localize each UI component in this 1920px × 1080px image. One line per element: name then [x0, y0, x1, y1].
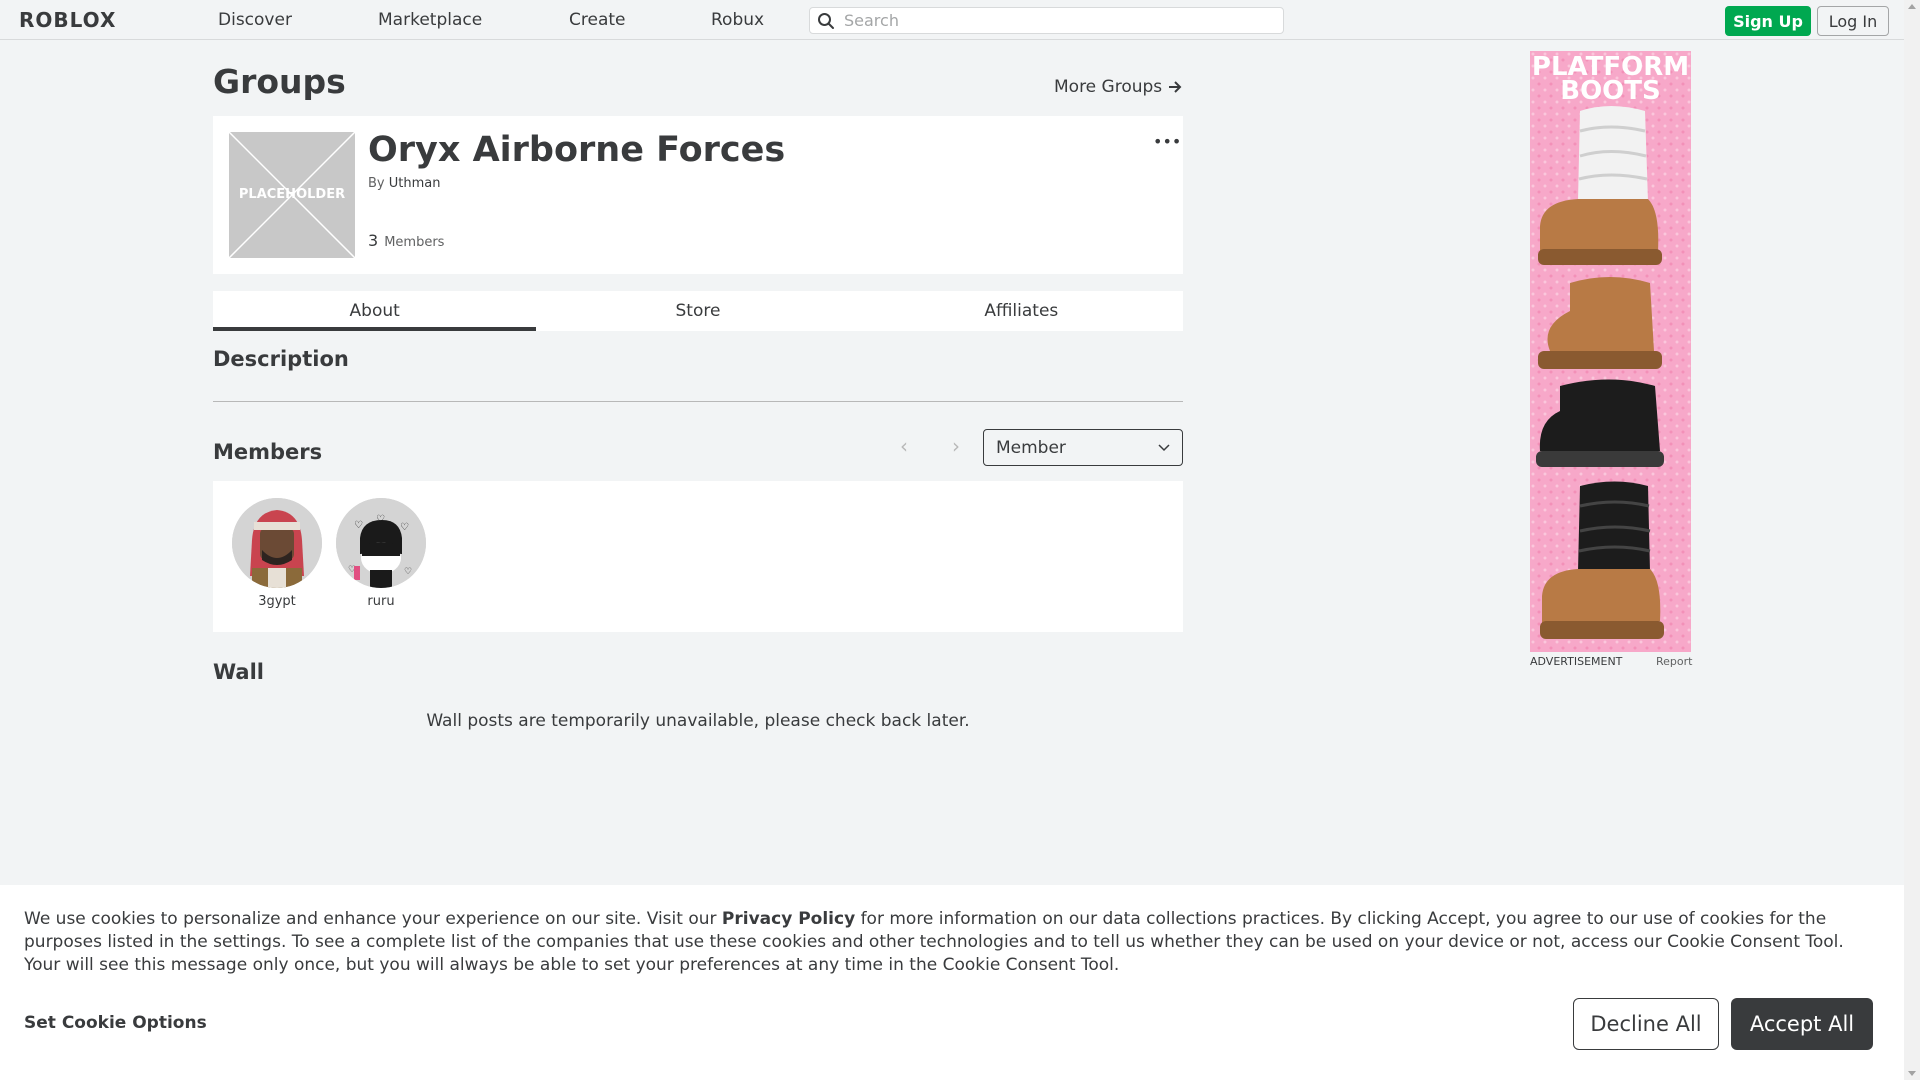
svg-text:♡: ♡ — [400, 522, 409, 533]
advertisement-caption: ADVERTISEMENT — [1530, 655, 1623, 668]
privacy-policy-link[interactable]: Privacy Policy — [722, 909, 855, 929]
top-navigation-bar: ROBLOX Discover Marketplace Create Robux… — [0, 0, 1904, 40]
advertisement-banner[interactable]: PLATFORM BOOTS — [1530, 51, 1691, 652]
role-filter-dropdown[interactable]: Member — [983, 429, 1183, 466]
svg-text:♡: ♡ — [376, 514, 385, 525]
avatar[interactable] — [232, 498, 322, 588]
tab-store[interactable]: Store — [536, 291, 859, 331]
search-icon — [818, 13, 834, 29]
group-header-card: PLACEHOLDER Oryx Airborne Forces By Uthm… — [213, 116, 1183, 274]
member-item[interactable]: ♡ ♡ ♡ ♡ ♡ ruru — [335, 498, 427, 609]
accept-all-button[interactable]: Accept All — [1731, 998, 1873, 1050]
nav-link-robux[interactable]: Robux — [711, 10, 764, 30]
nav-link-marketplace[interactable]: Marketplace — [378, 10, 482, 30]
by-label: By — [368, 176, 385, 191]
member-item[interactable]: 3gypt — [231, 498, 323, 609]
search-input[interactable] — [844, 10, 1274, 31]
ad-headline: PLATFORM BOOTS — [1531, 52, 1690, 106]
svg-text:♡: ♡ — [404, 567, 412, 577]
set-cookie-options-link[interactable]: Set Cookie Options — [24, 1013, 207, 1033]
wall-heading: Wall — [213, 660, 264, 684]
wall-unavailable-message: Wall posts are temporarily unavailable, … — [426, 711, 970, 731]
search-box — [809, 7, 1284, 34]
more-groups-link[interactable]: More Groups — [1054, 77, 1182, 97]
member-username[interactable]: 3gypt — [231, 594, 323, 609]
group-name: Oryx Airborne Forces — [368, 130, 786, 170]
sign-up-button[interactable]: Sign Up — [1725, 6, 1811, 36]
group-tabs: About Store Affiliates — [213, 291, 1183, 331]
ad-image — [1530, 51, 1691, 652]
nav-link-create[interactable]: Create — [569, 10, 626, 30]
member-username[interactable]: ruru — [335, 594, 427, 609]
more-options-icon[interactable]: ••• — [1153, 132, 1181, 151]
page-title: Groups — [213, 62, 346, 101]
ad-report-link[interactable]: Report — [1656, 655, 1692, 668]
description-heading: Description — [213, 347, 349, 371]
tab-affiliates[interactable]: Affiliates — [860, 291, 1183, 331]
page-scrollbar[interactable] — [1904, 0, 1920, 1080]
member-count-label: Members — [384, 235, 445, 250]
owner-link[interactable]: Uthman — [389, 176, 441, 191]
log-in-button[interactable]: Log In — [1817, 6, 1889, 36]
member-count-value: 3 — [368, 231, 379, 250]
svg-text:♡: ♡ — [354, 520, 363, 531]
members-heading: Members — [213, 440, 323, 464]
tab-about[interactable]: About — [213, 291, 537, 331]
previous-page-icon[interactable]: ‹ — [895, 434, 913, 462]
role-filter-value: Member — [996, 438, 1066, 458]
decline-all-button[interactable]: Decline All — [1573, 998, 1719, 1050]
group-owner: By Uthman — [368, 176, 441, 191]
chevron-down-icon — [1158, 444, 1170, 452]
scroll-up-arrow-icon[interactable] — [1908, 4, 1916, 9]
avatar[interactable]: ♡ ♡ ♡ ♡ ♡ — [336, 498, 426, 588]
cookie-consent-text: We use cookies to personalize and enhanc… — [24, 908, 1884, 977]
scroll-down-arrow-icon[interactable] — [1908, 1071, 1916, 1076]
arrow-right-icon — [1169, 81, 1182, 93]
roblox-logo[interactable]: ROBLOX — [19, 8, 116, 32]
description-divider — [213, 401, 1183, 402]
placeholder-label: PLACEHOLDER — [238, 187, 346, 202]
cookie-consent-banner: We use cookies to personalize and enhanc… — [0, 885, 1904, 1080]
member-count: 3 Members — [368, 231, 444, 250]
cookie-text-intro: We use cookies to personalize and enhanc… — [24, 909, 722, 929]
more-groups-label: More Groups — [1054, 77, 1163, 97]
group-emblem-placeholder: PLACEHOLDER — [228, 131, 356, 259]
next-page-icon[interactable]: › — [947, 434, 965, 462]
members-list: 3gypt ♡ ♡ ♡ ♡ ♡ ruru — [213, 481, 1183, 632]
nav-link-discover[interactable]: Discover — [218, 10, 292, 30]
